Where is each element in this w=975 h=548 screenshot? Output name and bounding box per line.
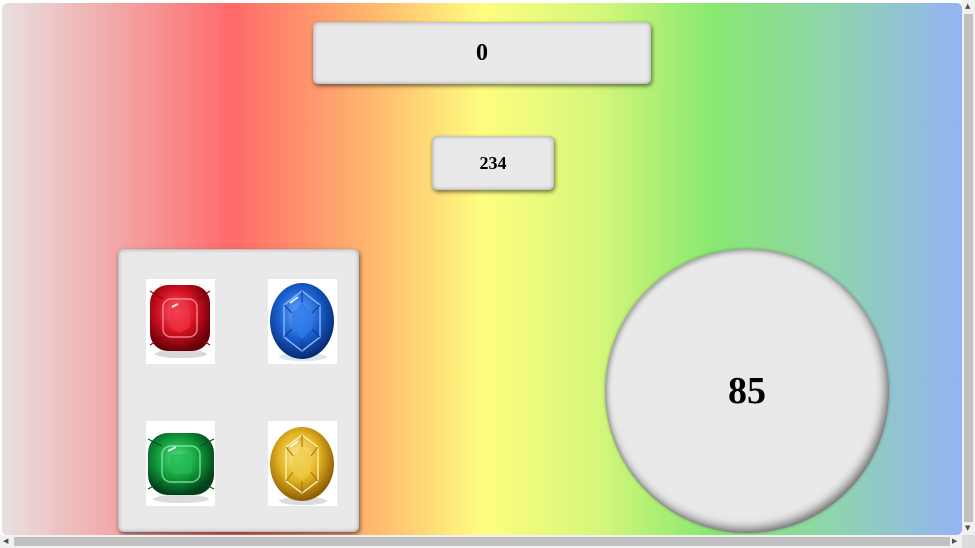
sapphire-icon: [270, 283, 334, 361]
topaz-icon: [270, 427, 334, 505]
moves-value: 234: [479, 152, 507, 173]
game-area: 0 234 85: [2, 3, 962, 535]
gem-emerald[interactable]: [146, 421, 215, 506]
horizontal-scroll-thumb[interactable]: [14, 537, 950, 546]
horizontal-scrollbar[interactable]: ◀ ▶: [0, 535, 962, 548]
scroll-left-icon[interactable]: ◀: [3, 538, 8, 545]
vertical-scrollbar[interactable]: ▲ ▼: [962, 0, 975, 535]
emerald-icon: [147, 433, 215, 503]
gem-topaz[interactable]: [268, 421, 337, 506]
gem-sapphire[interactable]: [268, 279, 337, 364]
moves-display: 234: [432, 136, 554, 190]
scroll-down-icon[interactable]: ▼: [965, 525, 970, 532]
timer-circle: 85: [605, 249, 889, 533]
gem-ruby[interactable]: [146, 279, 215, 364]
scroll-right-icon[interactable]: ▶: [952, 538, 957, 545]
score-value: 0: [476, 39, 488, 66]
scrollbar-corner: [962, 535, 975, 548]
ruby-icon: [149, 285, 211, 358]
score-display: 0: [313, 22, 651, 84]
vertical-scroll-thumb[interactable]: [964, 14, 973, 522]
timer-value: 85: [728, 370, 766, 412]
scroll-up-icon[interactable]: ▲: [965, 3, 970, 10]
gem-board: [118, 249, 359, 532]
